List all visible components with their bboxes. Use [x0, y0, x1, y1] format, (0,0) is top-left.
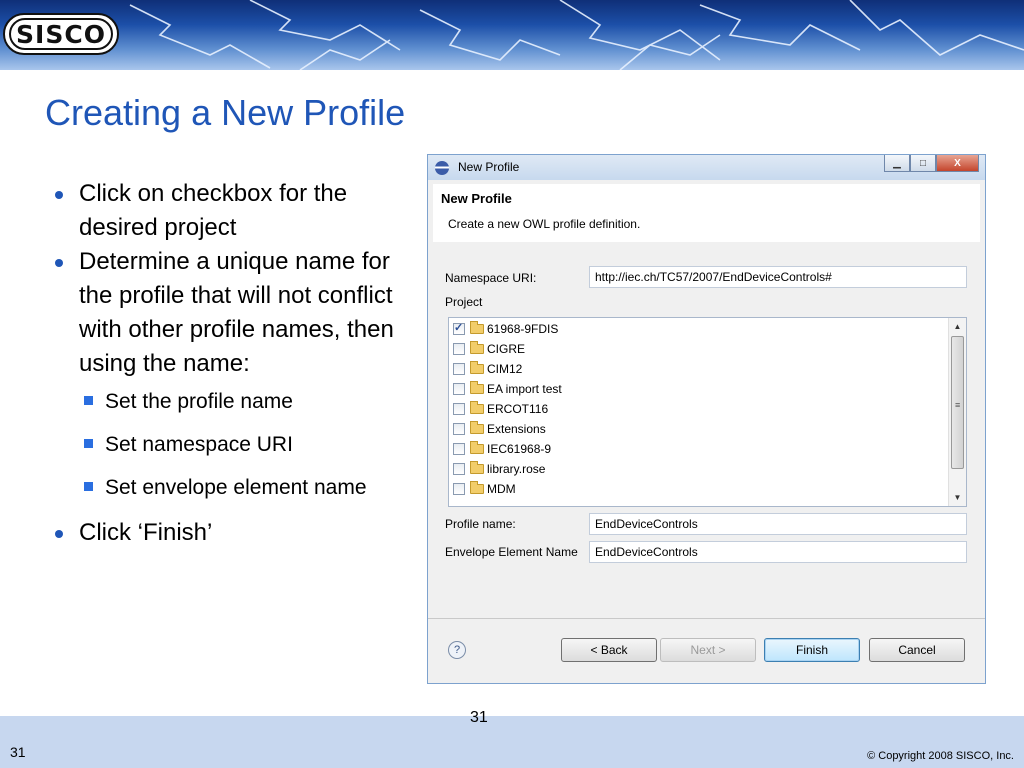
namespace-uri-field[interactable]: http://iec.ch/TC57/2007/EndDeviceControl… — [589, 266, 967, 288]
window-controls: ▁ □ X — [884, 155, 979, 172]
project-checkbox[interactable] — [453, 483, 465, 495]
profile-name-label: Profile name: — [445, 517, 516, 531]
project-checkbox[interactable] — [453, 423, 465, 435]
project-name: EA import test — [487, 382, 562, 396]
project-name: CIGRE — [487, 342, 526, 356]
project-name: 61968-9FDIS — [487, 322, 559, 336]
next-button[interactable]: Next > — [660, 638, 756, 662]
wizard-title: New Profile — [441, 191, 512, 206]
sub-bullet-list: Set the profile name Set namespace URI S… — [54, 387, 394, 503]
folder-icon — [470, 321, 484, 334]
list-item[interactable]: IEC61968-9 — [453, 439, 551, 459]
scroll-down-icon[interactable]: ▼ — [949, 489, 966, 506]
minimize-button[interactable]: ▁ — [884, 155, 910, 172]
project-name: IEC61968-9 — [487, 442, 552, 456]
project-name: library.rose — [487, 462, 546, 476]
eclipse-icon — [435, 161, 449, 175]
back-button[interactable]: < Back — [561, 638, 657, 662]
project-checkbox[interactable] — [453, 321, 465, 335]
lightning-graphic — [129, 0, 1024, 70]
project-checkbox[interactable] — [453, 403, 465, 415]
project-checkbox[interactable] — [453, 383, 465, 395]
logo-text: SISCO — [16, 19, 106, 49]
sub-bullet-text: Set the profile name — [105, 390, 293, 413]
project-label: Project — [445, 295, 483, 309]
project-checkbox[interactable] — [453, 463, 465, 475]
cancel-button[interactable]: Cancel — [869, 638, 965, 662]
folder-icon — [470, 341, 484, 354]
list-item[interactable]: EA import test — [453, 379, 562, 399]
sub-bullet-item: Set envelope element name — [54, 473, 394, 503]
project-name: Extensions — [487, 422, 546, 436]
dialog-title: New Profile — [458, 160, 520, 174]
project-name: MDM — [487, 482, 516, 496]
bullet-dot-icon — [55, 530, 63, 538]
namespace-label: Namespace URI: — [445, 271, 537, 285]
bullet-dot-icon — [55, 191, 63, 199]
project-checkbox[interactable] — [453, 443, 465, 455]
vertical-scrollbar[interactable]: ▲ ≡ ▼ — [948, 318, 966, 506]
list-item[interactable]: MDM — [453, 479, 516, 499]
project-list[interactable]: 61968-9FDIS CIGRE CIM12 EA import test E… — [448, 317, 967, 507]
new-profile-dialog: New Profile ▁ □ X New Profile Create a n… — [427, 154, 986, 684]
project-name: CIM12 — [487, 362, 523, 376]
close-button[interactable]: X — [936, 155, 979, 172]
page-number: 31 — [470, 709, 488, 726]
finish-button[interactable]: Finish — [764, 638, 860, 662]
list-item[interactable]: ERCOT116 — [453, 399, 548, 419]
folder-icon — [470, 401, 484, 414]
sub-bullet-item: Set the profile name — [54, 387, 394, 417]
envelope-label: Envelope Element Name — [445, 545, 578, 559]
folder-icon — [470, 461, 484, 474]
divider — [428, 618, 985, 619]
square-bullet-icon — [84, 439, 93, 448]
bullet-text: Determine a unique name for the profile … — [79, 248, 394, 377]
bullet-list: Click on checkbox for the desired projec… — [54, 177, 394, 550]
dialog-titlebar[interactable]: New Profile ▁ □ X — [428, 155, 985, 180]
bullet-item: Determine a unique name for the profile … — [54, 245, 394, 381]
list-item[interactable]: CIM12 — [453, 359, 522, 379]
scroll-thumb[interactable]: ≡ — [951, 336, 964, 469]
list-item[interactable]: library.rose — [453, 459, 545, 479]
maximize-button[interactable]: □ — [910, 155, 936, 172]
slide-title: Creating a New Profile — [45, 92, 406, 133]
folder-icon — [470, 441, 484, 454]
folder-icon — [470, 481, 484, 494]
help-icon[interactable]: ? — [448, 641, 466, 659]
wizard-description: Create a new OWL profile definition. — [448, 217, 641, 231]
sub-bullet-text: Set envelope element name — [105, 476, 367, 499]
square-bullet-icon — [84, 396, 93, 405]
profile-name-field[interactable]: EndDeviceControls — [589, 513, 967, 535]
sub-bullet-text: Set namespace URI — [105, 433, 293, 456]
envelope-name-field[interactable]: EndDeviceControls — [589, 541, 967, 563]
bullet-text: Click ‘Finish’ — [79, 519, 213, 546]
sub-bullet-item: Set namespace URI — [54, 430, 394, 460]
bullet-item: Click ‘Finish’ — [54, 516, 394, 550]
list-item[interactable]: 61968-9FDIS — [453, 319, 558, 339]
scroll-up-icon[interactable]: ▲ — [949, 318, 966, 335]
bullet-item: Click on checkbox for the desired projec… — [54, 177, 394, 245]
folder-icon — [470, 421, 484, 434]
grip-icon: ≡ — [955, 400, 961, 410]
sisco-logo: SISCO — [3, 13, 119, 55]
project-name: ERCOT116 — [487, 402, 549, 416]
slide-number: 31 — [10, 744, 26, 760]
list-item[interactable]: Extensions — [453, 419, 546, 439]
folder-icon — [470, 381, 484, 394]
project-checkbox[interactable] — [453, 343, 465, 355]
header-banner: SISCO — [0, 0, 1024, 70]
project-checkbox[interactable] — [453, 363, 465, 375]
wizard-header: New Profile Create a new OWL profile def… — [433, 184, 980, 242]
bullet-text: Click on checkbox for the desired projec… — [79, 180, 348, 241]
list-item[interactable]: CIGRE — [453, 339, 525, 359]
folder-icon — [470, 361, 484, 374]
square-bullet-icon — [84, 482, 93, 491]
bullet-dot-icon — [55, 259, 63, 267]
copyright-text: © Copyright 2008 SISCO, Inc. — [867, 750, 1014, 762]
